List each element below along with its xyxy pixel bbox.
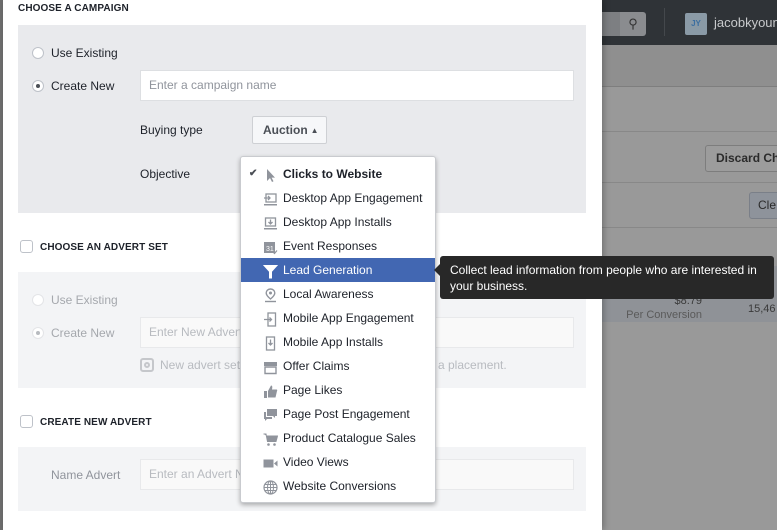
menu-item-video-views[interactable]: Video Views <box>241 450 435 474</box>
svg-text:31: 31 <box>266 246 274 253</box>
avatar[interactable]: JY <box>685 13 707 35</box>
cursor-icon <box>263 167 278 182</box>
instagram-icon <box>140 358 154 372</box>
menu-item-label: Local Awareness <box>283 287 374 301</box>
menu-item-local-awareness[interactable]: Local Awareness <box>241 282 435 306</box>
menu-item-product-catalogue-sales[interactable]: Product Catalogue Sales <box>241 426 435 450</box>
menu-item-label: Mobile App Engagement <box>283 311 414 325</box>
menu-item-label: Desktop App Installs <box>283 215 392 229</box>
search-icon: ⚲ <box>628 16 638 31</box>
menu-item-desktop-app-installs[interactable]: Desktop App Installs <box>241 210 435 234</box>
discard-changes-button[interactable]: Discard Ch <box>705 145 777 172</box>
shopping-cart-icon <box>263 431 279 446</box>
buying-type-value: Auction <box>263 123 308 137</box>
objective-tooltip: Collect lead information from people who… <box>434 256 774 299</box>
toolbar-divider <box>664 8 665 36</box>
mobile-app-install-icon <box>263 335 278 351</box>
create-new-campaign-radio[interactable] <box>32 80 44 92</box>
use-existing-advert-set-radio[interactable] <box>32 294 44 306</box>
advert-set-checkbox[interactable] <box>20 240 33 253</box>
menu-item-clicks-to-website[interactable]: ✔ Clicks to Website <box>241 162 435 186</box>
advert-checkbox[interactable] <box>20 415 33 428</box>
menu-item-page-likes[interactable]: Page Likes <box>241 378 435 402</box>
storefront-icon <box>263 359 278 375</box>
menu-item-label: Page Post Engagement <box>283 407 410 421</box>
globe-icon <box>263 479 278 495</box>
advert-set-hint: New advert set <box>160 358 241 372</box>
mobile-app-engagement-icon <box>263 311 278 327</box>
use-existing-campaign-radio[interactable] <box>32 47 44 59</box>
use-existing-advert-set-label[interactable]: Use Existing <box>51 293 118 307</box>
funnel-icon <box>262 263 279 279</box>
menu-item-label: Video Views <box>283 455 349 469</box>
username[interactable]: jacobkyoung <box>714 15 777 30</box>
objective-dropdown-menu: ✔ Clicks to Website Desktop App Engageme… <box>240 156 436 503</box>
cost-label: Per Conversion <box>626 309 702 321</box>
advert-section-title: CREATE NEW ADVERT <box>40 417 152 428</box>
desktop-app-install-icon <box>263 215 278 230</box>
menu-item-label: Event Responses <box>283 239 378 253</box>
menu-item-mobile-app-engagement[interactable]: Mobile App Engagement <box>241 306 435 330</box>
menu-item-label: Mobile App Installs <box>283 335 384 349</box>
sort-arrows-icon: ▲︎ <box>310 126 319 135</box>
speech-bubbles-icon <box>263 407 278 422</box>
search-button[interactable]: ⚲ <box>620 12 646 36</box>
menu-item-mobile-app-installs[interactable]: Mobile App Installs <box>241 330 435 354</box>
menu-item-label: Clicks to Website <box>283 167 383 181</box>
create-new-advert-set-label[interactable]: Create New <box>51 326 114 340</box>
menu-item-desktop-app-engagement[interactable]: Desktop App Engagement <box>241 186 435 210</box>
create-new-advert-set-radio[interactable] <box>32 327 44 339</box>
menu-item-lead-generation[interactable]: Lead Generation <box>241 258 435 282</box>
video-camera-icon <box>263 455 278 470</box>
buying-type-label: Buying type <box>140 123 203 137</box>
buying-type-select[interactable]: Auction ▲︎ <box>252 116 327 144</box>
create-new-campaign-label[interactable]: Create New <box>51 79 114 93</box>
objective-label: Objective <box>140 167 191 181</box>
menu-item-offer-claims[interactable]: Offer Claims <box>241 354 435 378</box>
reach-value: 15,46 <box>748 303 776 315</box>
checkmark-icon: ✔ <box>249 168 258 179</box>
use-existing-campaign-label[interactable]: Use Existing <box>51 46 118 60</box>
menu-item-website-conversions[interactable]: Website Conversions <box>241 474 435 498</box>
advert-set-section-title: CHOOSE AN ADVERT SET <box>40 242 168 253</box>
menu-item-label: Offer Claims <box>283 359 350 373</box>
tooltip-text: Collect lead information from people who… <box>450 263 757 293</box>
campaign-name-input[interactable]: Enter a campaign name <box>140 70 574 101</box>
desktop-app-engagement-icon <box>263 191 278 206</box>
menu-item-label: Lead Generation <box>283 263 373 277</box>
menu-item-page-post-engagement[interactable]: Page Post Engagement <box>241 402 435 426</box>
advert-set-hint-end: a placement. <box>438 358 507 372</box>
campaign-section-title: CHOOSE A CAMPAIGN <box>18 3 129 14</box>
menu-item-event-responses[interactable]: 31 Event Responses <box>241 234 435 258</box>
calendar-icon: 31 <box>263 239 278 255</box>
location-pin-icon <box>263 287 278 303</box>
clear-button[interactable]: Cle <box>749 192 777 219</box>
name-advert-label: Name Advert <box>51 468 121 482</box>
thumbs-up-icon <box>263 383 278 398</box>
menu-item-label: Product Catalogue Sales <box>283 431 416 445</box>
menu-item-label: Website Conversions <box>283 479 397 493</box>
menu-item-label: Desktop App Engagement <box>283 191 423 205</box>
menu-item-label: Page Likes <box>283 383 343 397</box>
